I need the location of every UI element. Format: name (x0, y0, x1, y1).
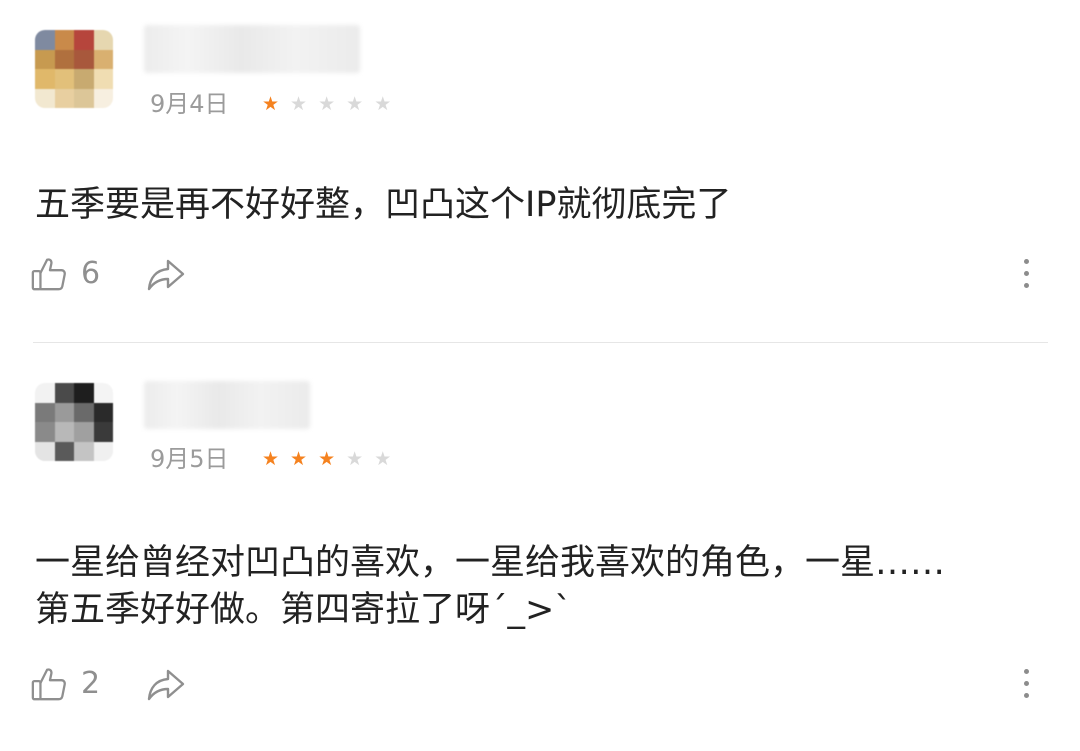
more-vertical-icon (1022, 665, 1030, 698)
star-empty-icon: ★ (346, 93, 364, 115)
star-empty-icon: ★ (290, 93, 308, 115)
share-icon (147, 669, 185, 701)
avatar[interactable] (35, 30, 113, 108)
comment-actions: 6 (30, 255, 1050, 295)
like-button[interactable]: 6 (30, 255, 100, 293)
star-empty-icon: ★ (374, 448, 392, 470)
star-rating: ★ ★ ★ ★ ★ (262, 448, 391, 470)
more-options-button[interactable] (1022, 665, 1030, 705)
like-count: 2 (81, 666, 101, 701)
star-filled-icon: ★ (318, 448, 336, 470)
star-empty-icon: ★ (346, 448, 364, 470)
comment-item: 9月5日 ★ ★ ★ ★ ★ 一星给曾经对凹凸的喜欢，一星给我喜欢的角色，一星…… (0, 343, 1080, 751)
more-options-button[interactable] (1022, 255, 1030, 295)
comment-actions: 2 (30, 665, 1050, 705)
comment-date: 9月5日 (150, 445, 229, 473)
username-blurred[interactable] (144, 381, 310, 429)
star-rating: ★ ★ ★ ★ ★ (262, 93, 391, 115)
more-vertical-icon (1022, 255, 1030, 288)
share-button[interactable] (146, 665, 186, 707)
like-count: 6 (81, 256, 101, 291)
star-filled-icon: ★ (262, 93, 280, 115)
comment-date: 9月4日 (150, 90, 229, 118)
avatar[interactable] (35, 383, 113, 461)
comment-item: 9月4日 ★ ★ ★ ★ ★ 五季要是再不好好整，凹凸这个IP就彻底完了 6 (0, 0, 1080, 342)
thumbs-up-icon (31, 668, 66, 701)
star-filled-icon: ★ (290, 448, 308, 470)
comment-text: 五季要是再不好好整，凹凸这个IP就彻底完了 (35, 185, 732, 225)
star-empty-icon: ★ (318, 93, 336, 115)
share-button[interactable] (146, 255, 186, 297)
comment-text: 一星给曾经对凹凸的喜欢，一星给我喜欢的角色，一星…… 第五季好好做。第四寄拉了呀… (35, 543, 946, 630)
star-filled-icon: ★ (262, 448, 280, 470)
star-empty-icon: ★ (374, 93, 392, 115)
thumbs-up-icon (31, 258, 66, 291)
like-button[interactable]: 2 (30, 665, 100, 703)
share-icon (147, 259, 185, 291)
username-blurred[interactable] (144, 25, 360, 73)
